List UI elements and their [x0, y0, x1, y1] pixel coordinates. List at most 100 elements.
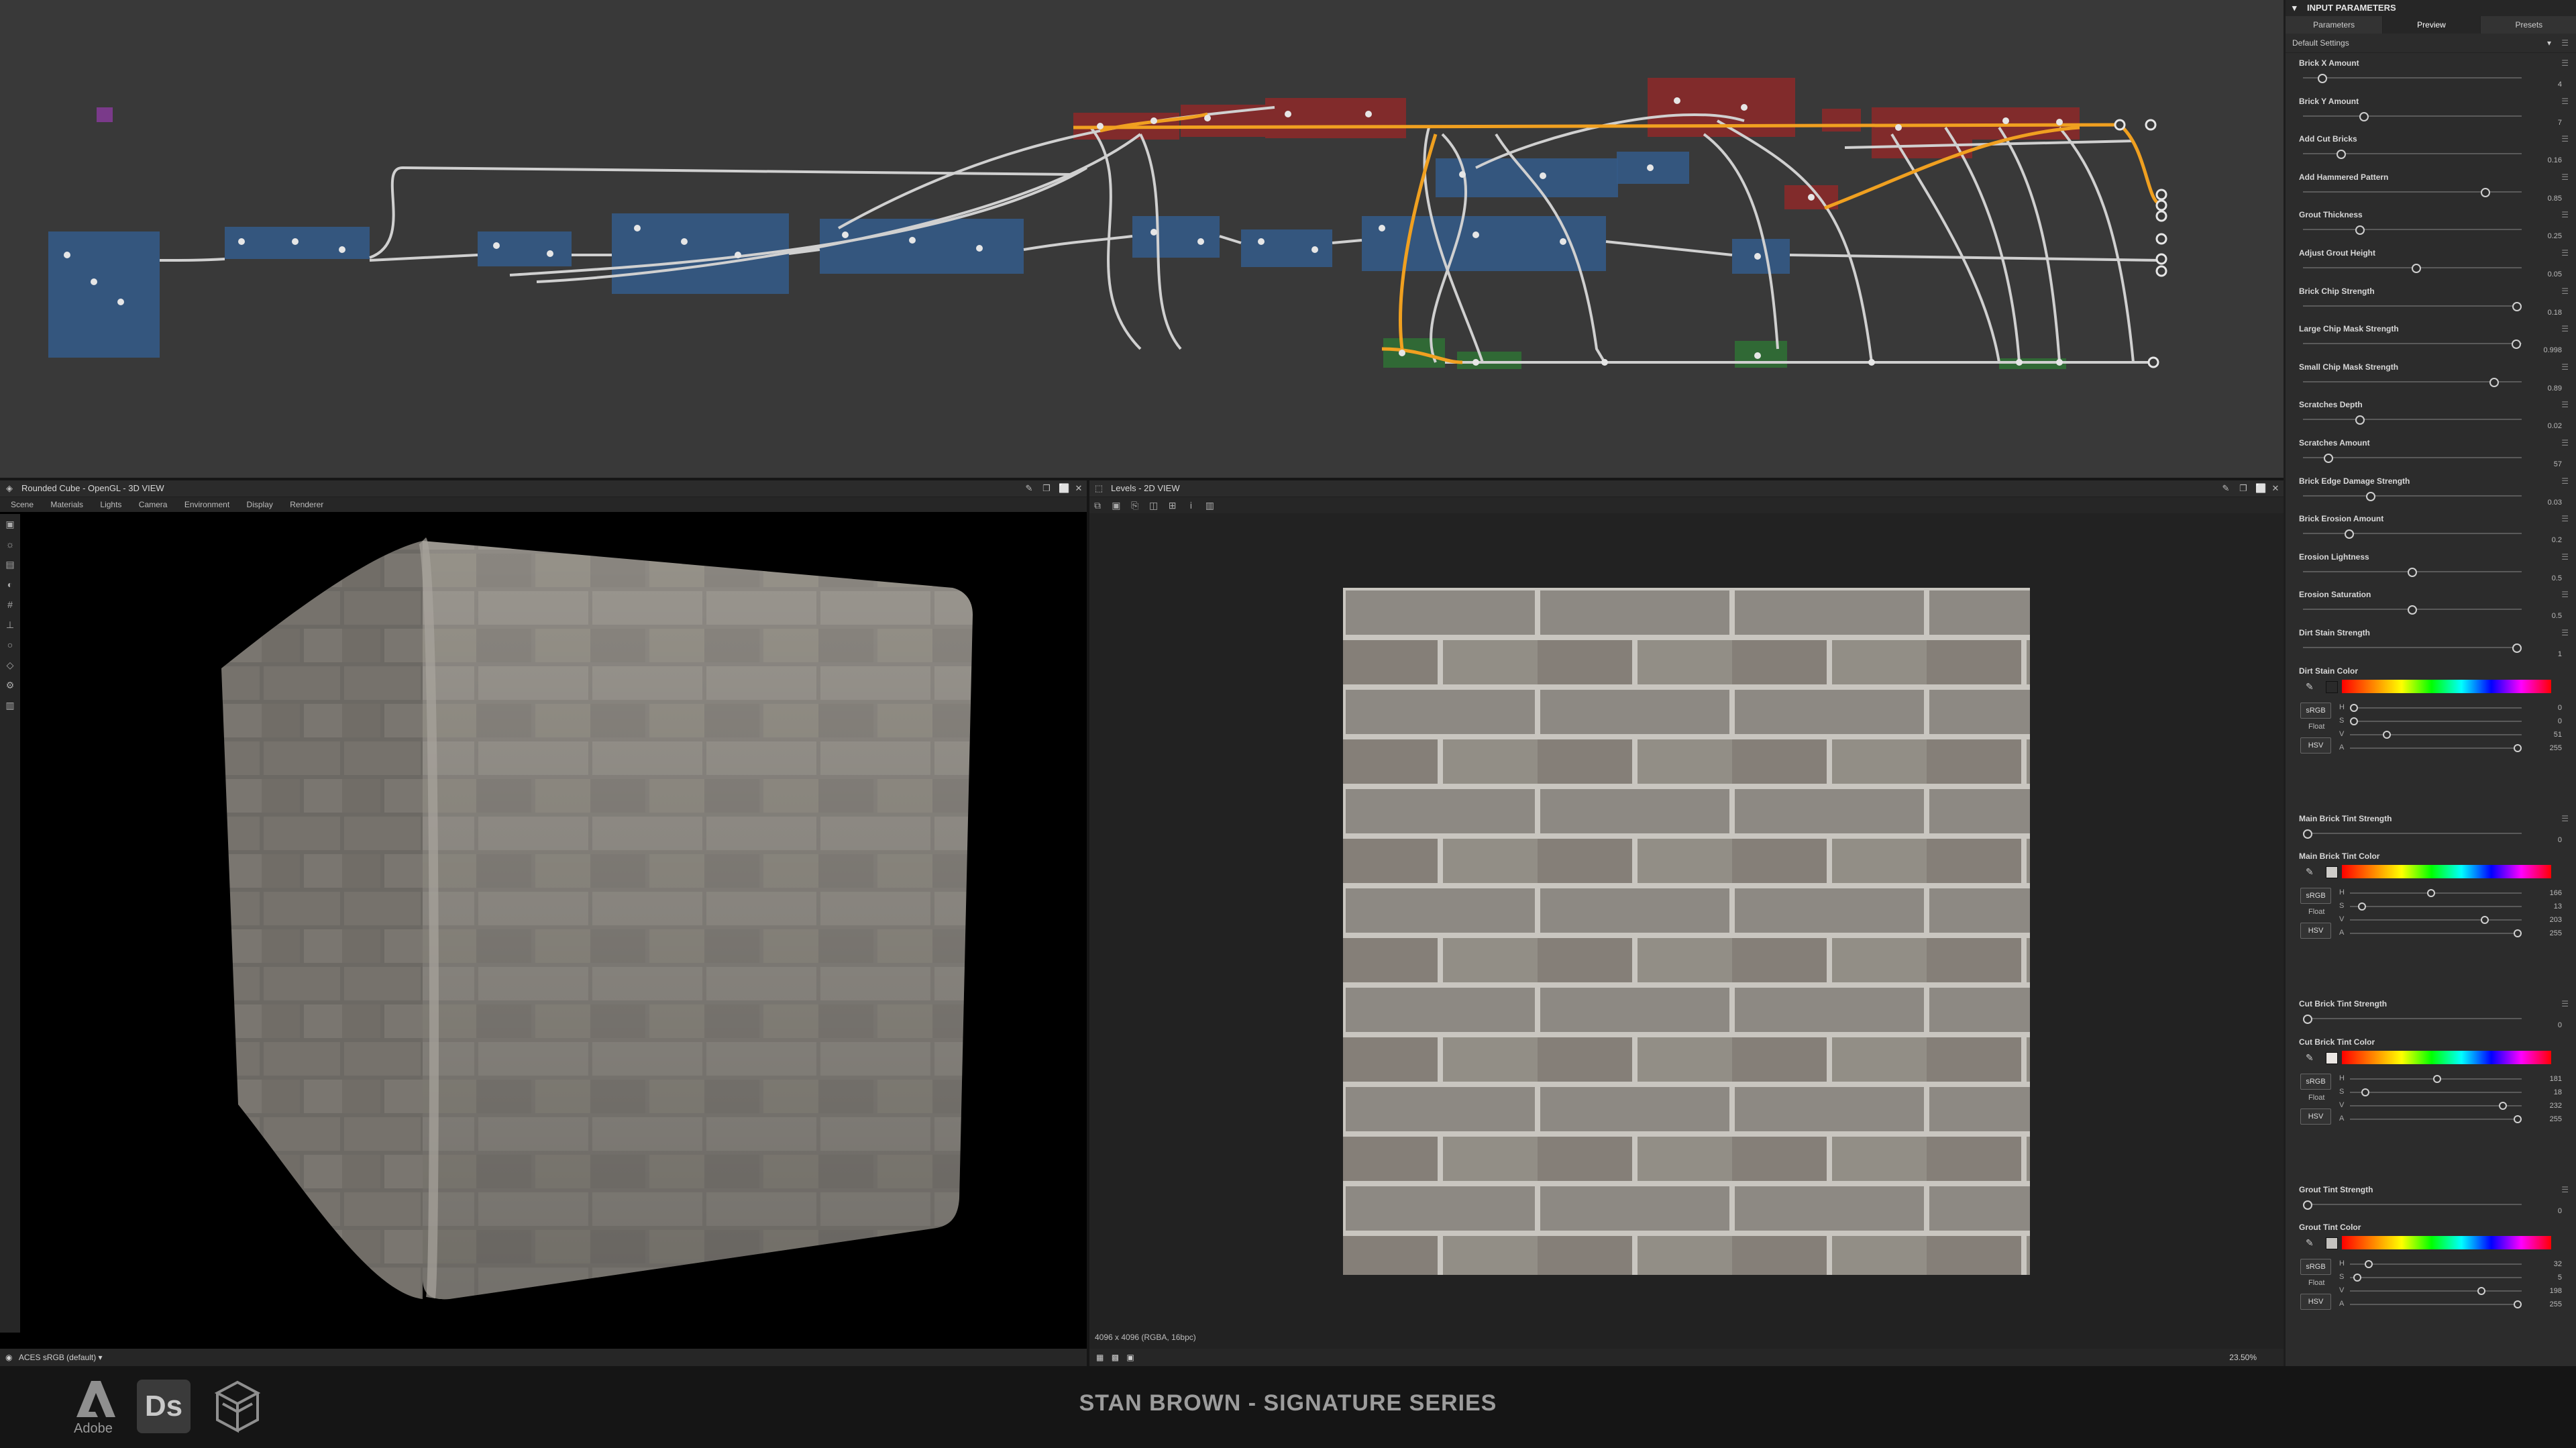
- slider-handle[interactable]: [2408, 605, 2417, 615]
- menu-icon[interactable]: ☰: [2561, 362, 2569, 372]
- channel-slider-h[interactable]: H0: [2339, 701, 2562, 715]
- slider-handle[interactable]: [2433, 1074, 2442, 1083]
- preset-select[interactable]: Default Settings ▾ ☰: [2286, 34, 2576, 53]
- channel-value[interactable]: 203: [2550, 916, 2562, 924]
- slider-handle[interactable]: [2317, 74, 2327, 83]
- slider-track[interactable]: [2303, 495, 2522, 497]
- channel-slider-v[interactable]: V 203: [2339, 913, 2562, 927]
- sphere-icon[interactable]: ○: [3, 639, 17, 651]
- tab-preview[interactable]: Preview: [2383, 16, 2481, 34]
- environment-icon[interactable]: ◐: [3, 578, 17, 590]
- parameter-value[interactable]: 1: [2558, 650, 2562, 658]
- slider-handle[interactable]: [2426, 889, 2435, 898]
- channel-slider-h[interactable]: H 32: [2339, 1257, 2562, 1271]
- eyedropper-icon[interactable]: ✎: [2306, 1237, 2314, 1249]
- slider-track[interactable]: [2350, 1277, 2522, 1279]
- tile-icon[interactable]: ⊞: [1165, 497, 1181, 513]
- menu-icon[interactable]: ☰: [2561, 628, 2569, 637]
- channel-slider-a[interactable]: A 255: [2339, 1298, 2562, 1311]
- color-swatch[interactable]: [2326, 866, 2338, 879]
- menu-icon[interactable]: ☰: [2561, 58, 2569, 68]
- slider-handle[interactable]: [2365, 491, 2375, 501]
- menu-icon[interactable]: ☰: [2561, 172, 2569, 182]
- slider-track[interactable]: [2350, 1263, 2522, 1265]
- copy-icon[interactable]: ⧉: [1089, 497, 1106, 513]
- parameter-value[interactable]: 0.998: [2543, 346, 2562, 354]
- menu-environment[interactable]: Environment: [184, 500, 229, 509]
- menu-icon[interactable]: ☰: [2561, 814, 2569, 823]
- hue-spectrum[interactable]: [2342, 679, 2551, 693]
- channel-slider-v[interactable]: V 51: [2339, 728, 2562, 741]
- maximize-icon[interactable]: ⬜: [2255, 483, 2266, 494]
- channel-value[interactable]: 0: [2558, 717, 2562, 725]
- slider-handle[interactable]: [2361, 1088, 2370, 1096]
- float-icon[interactable]: ❐: [1041, 483, 1052, 494]
- image-icon[interactable]: ▤: [3, 558, 17, 570]
- slider-handle[interactable]: [2412, 263, 2422, 273]
- slider-track[interactable]: [2350, 1091, 2522, 1093]
- menu-icon[interactable]: ☰: [2561, 400, 2569, 409]
- parameter-value[interactable]: 0.03: [2548, 499, 2562, 507]
- parameter-value[interactable]: 0: [2558, 1021, 2562, 1029]
- slider-track[interactable]: [2350, 720, 2522, 722]
- slider-handle[interactable]: [2303, 829, 2312, 839]
- tab-presets[interactable]: Presets: [2481, 16, 2576, 34]
- slider-handle[interactable]: [2514, 1300, 2522, 1309]
- hue-spectrum[interactable]: [2342, 1050, 2551, 1064]
- channel-slider-a[interactable]: A 255: [2339, 741, 2562, 755]
- menu-icon[interactable]: ☰: [2561, 514, 2569, 523]
- zoom-level[interactable]: 23.50%: [2229, 1349, 2257, 1366]
- slider-handle[interactable]: [2514, 1115, 2522, 1123]
- menu-icon[interactable]: ☰: [2561, 476, 2569, 486]
- channel-value[interactable]: 232: [2550, 1102, 2562, 1110]
- eyedropper-icon[interactable]: ✎: [2306, 681, 2314, 692]
- slider-handle[interactable]: [2514, 743, 2522, 752]
- color-swatch[interactable]: [2326, 1237, 2338, 1250]
- slider-handle[interactable]: [2353, 1274, 2361, 1282]
- hue-spectrum[interactable]: [2342, 865, 2551, 879]
- channel-value[interactable]: 181: [2550, 1075, 2562, 1083]
- channel-slider-s[interactable]: S 18: [2339, 1086, 2562, 1099]
- channel-slider-a[interactable]: A 255: [2339, 927, 2562, 940]
- slider-handle[interactable]: [2359, 111, 2369, 121]
- menu-display[interactable]: Display: [247, 500, 273, 509]
- hsv-button[interactable]: HSV: [2300, 1294, 2331, 1310]
- histogram-icon[interactable]: ▥: [1201, 497, 1218, 513]
- parameter-value[interactable]: 7: [2558, 119, 2562, 127]
- parameter-value[interactable]: 0.18: [2548, 309, 2562, 317]
- slider-handle[interactable]: [2358, 902, 2367, 911]
- slider-handle[interactable]: [2481, 916, 2489, 925]
- tab-parameters[interactable]: Parameters: [2286, 16, 2383, 34]
- slider-handle[interactable]: [2499, 1101, 2508, 1110]
- slider-handle[interactable]: [2336, 150, 2346, 160]
- slider-handle[interactable]: [2303, 1015, 2312, 1025]
- hsv-button[interactable]: HSV: [2300, 737, 2331, 754]
- parameter-value[interactable]: 0.25: [2548, 232, 2562, 240]
- color-swatch[interactable]: [2326, 680, 2338, 693]
- srgb-button[interactable]: sRGB: [2300, 702, 2331, 719]
- chevron-down-icon[interactable]: ▾: [2292, 0, 2297, 16]
- menu-icon[interactable]: ☰: [2561, 552, 2569, 562]
- hsv-button[interactable]: HSV: [2300, 923, 2331, 939]
- slider-track[interactable]: [2303, 77, 2522, 79]
- channel-value[interactable]: 13: [2554, 902, 2562, 911]
- channel-slider-h[interactable]: H 166: [2339, 886, 2562, 900]
- menu-icon[interactable]: ☰: [2561, 438, 2569, 448]
- channel-slider-s[interactable]: S5: [2339, 1271, 2562, 1284]
- channel-value[interactable]: 255: [2550, 929, 2562, 937]
- slider-handle[interactable]: [2364, 1260, 2373, 1269]
- parameter-value[interactable]: 57: [2554, 460, 2562, 468]
- channel-value[interactable]: 32: [2554, 1260, 2562, 1268]
- layout-icon[interactable]: ▣: [1126, 1353, 1134, 1362]
- slider-handle[interactable]: [2408, 567, 2417, 577]
- slider-track[interactable]: [2350, 933, 2522, 935]
- menu-icon[interactable]: ☰: [2561, 248, 2569, 258]
- slider-handle[interactable]: [2477, 1287, 2486, 1296]
- slider-track[interactable]: [2303, 1203, 2522, 1205]
- parameter-value[interactable]: 0: [2558, 1207, 2562, 1215]
- checker-icon[interactable]: ▦: [1096, 1353, 1104, 1362]
- slider-handle[interactable]: [2345, 529, 2355, 539]
- grid-icon[interactable]: ▩: [1112, 1353, 1119, 1362]
- color-swatch[interactable]: [2326, 1051, 2338, 1064]
- channel-value[interactable]: 255: [2550, 1300, 2562, 1308]
